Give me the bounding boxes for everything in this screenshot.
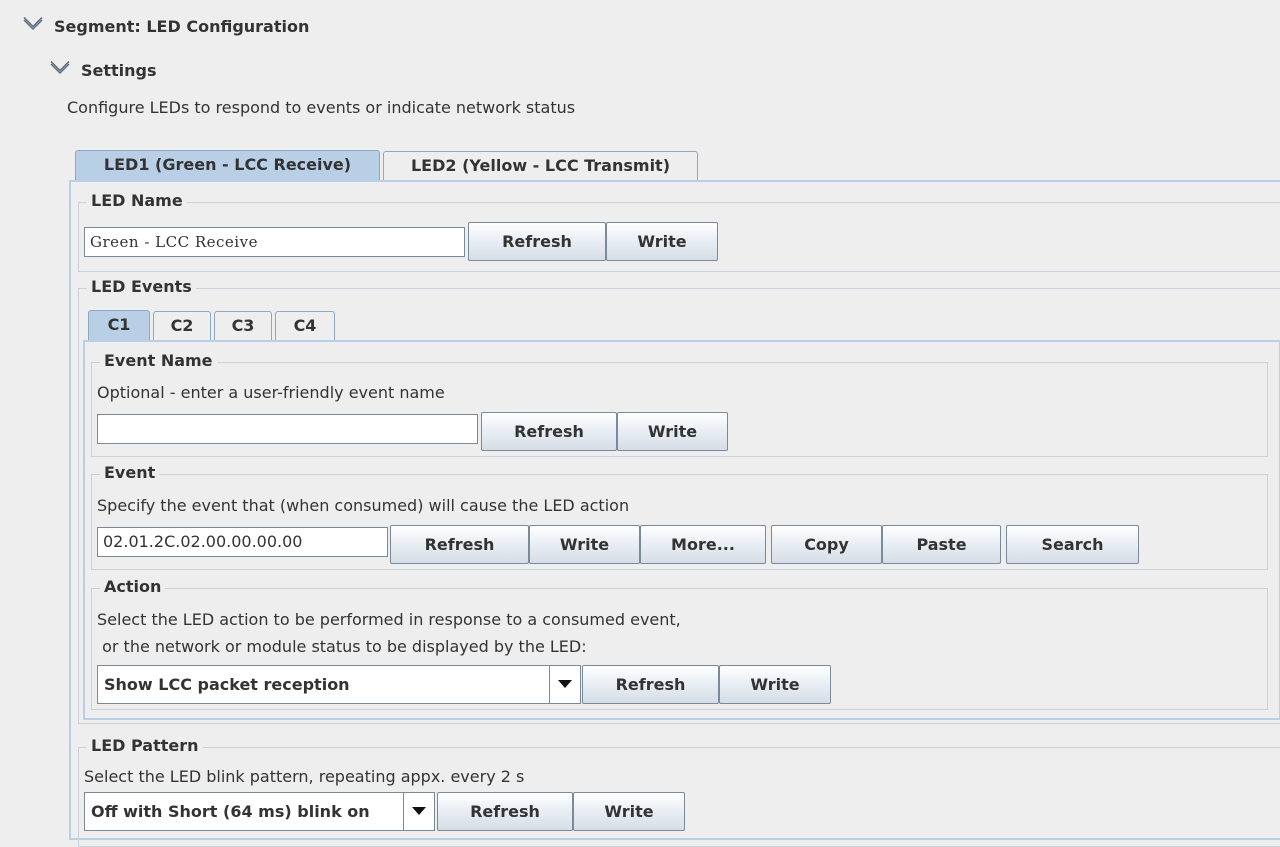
event-name-write-button[interactable]: Write xyxy=(617,412,728,451)
action-description: Select the LED action to be performed in… xyxy=(97,610,681,629)
settings-description: Configure LEDs to respond to events or i… xyxy=(67,98,576,117)
event-refresh-button[interactable]: Refresh xyxy=(390,525,529,564)
segment-title: Segment: LED Configuration xyxy=(54,17,310,36)
event-name-refresh-button[interactable]: Refresh xyxy=(481,412,617,451)
event-id-input[interactable]: 02.01.2C.02.00.00.00.00 xyxy=(97,527,388,557)
led-name-refresh-button[interactable]: Refresh xyxy=(468,222,606,261)
led-pattern-select-value: Off with Short (64 ms) blink on xyxy=(91,802,370,821)
tab-c3[interactable]: C3 xyxy=(214,311,272,340)
led-name-input[interactable]: Green - LCC Receive xyxy=(84,227,465,257)
chevron-down-icon[interactable] xyxy=(22,17,44,33)
event-description: Specify the event that (when consumed) w… xyxy=(97,496,630,515)
tab-led1[interactable]: LED1 (Green - LCC Receive) xyxy=(75,150,380,182)
led-pattern-write-button[interactable]: Write xyxy=(573,792,685,831)
action-select[interactable]: Show LCC packet reception xyxy=(97,665,581,704)
dropdown-arrow-icon[interactable] xyxy=(403,793,434,830)
chevron-down-icon[interactable] xyxy=(49,61,71,77)
led-pattern-title: LED Pattern xyxy=(87,736,203,756)
event-copy-button[interactable]: Copy xyxy=(771,525,882,564)
event-paste-button[interactable]: Paste xyxy=(882,525,1001,564)
led-pattern-description: Select the LED blink pattern, repeating … xyxy=(84,767,525,786)
led-pattern-refresh-button[interactable]: Refresh xyxy=(437,792,573,831)
event-title: Event xyxy=(100,463,160,483)
action-write-button[interactable]: Write xyxy=(719,665,831,704)
event-write-button[interactable]: Write xyxy=(529,525,640,564)
settings-title: Settings xyxy=(81,61,157,80)
led-name-title: LED Name xyxy=(87,191,187,211)
event-more-button[interactable]: More... xyxy=(640,525,766,564)
action-description-continued: or the network or module status to be di… xyxy=(97,637,587,656)
led-events-title: LED Events xyxy=(87,277,196,297)
event-name-input[interactable] xyxy=(97,414,478,444)
tab-led2[interactable]: LED2 (Yellow - LCC Transmit) xyxy=(383,151,698,180)
action-select-value: Show LCC packet reception xyxy=(104,675,350,694)
tab-c1[interactable]: C1 xyxy=(88,310,150,342)
dropdown-arrow-icon[interactable] xyxy=(549,666,580,703)
tab-c4[interactable]: C4 xyxy=(275,311,335,340)
action-refresh-button[interactable]: Refresh xyxy=(582,665,719,704)
led-pattern-select[interactable]: Off with Short (64 ms) blink on xyxy=(84,792,435,831)
action-title: Action xyxy=(100,577,166,597)
tab-c2[interactable]: C2 xyxy=(153,311,211,340)
event-search-button[interactable]: Search xyxy=(1006,525,1139,564)
event-name-description: Optional - enter a user-friendly event n… xyxy=(97,383,445,402)
event-name-title: Event Name xyxy=(100,351,217,371)
led-name-write-button[interactable]: Write xyxy=(606,222,718,261)
